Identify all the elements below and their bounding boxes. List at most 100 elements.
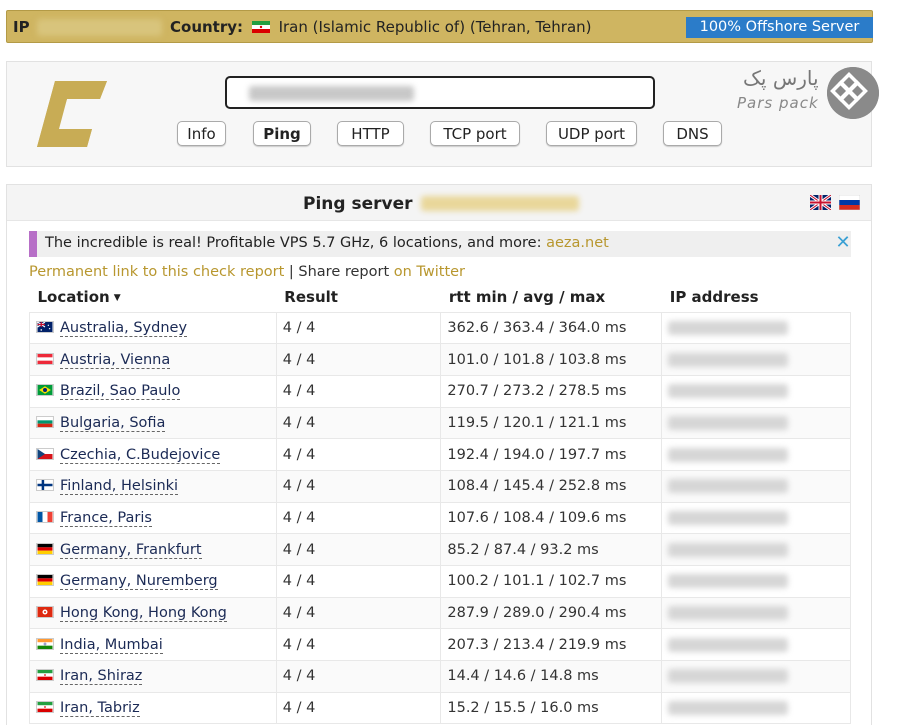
location-link[interactable]: Brazil, Sao Paulo	[60, 383, 181, 401]
location-link[interactable]: Germany, Nuremberg	[60, 573, 218, 591]
check-type-tabs: Info Ping HTTP TCP port UDP port DNS	[7, 121, 873, 149]
ip-value-blurred	[37, 19, 162, 36]
table-row: Australia, Sydney 4 / 4 362.6 / 363.4 / 36…	[29, 311, 851, 345]
location-cell: Hong Kong, Hong Kong	[29, 596, 277, 630]
cz-flag-icon	[36, 447, 60, 463]
ad-banner: The incredible is real! Profitable VPS 5…	[29, 231, 851, 257]
location-cell: Germany, Nuremberg	[29, 565, 277, 598]
ip-value-blurred	[668, 447, 789, 462]
ad-link[interactable]: aeza.net	[546, 235, 609, 251]
table-row: Czechia, C.Budejovice 4 / 4 192.4 / 194.0 …	[29, 438, 851, 471]
au-flag-icon	[36, 320, 60, 336]
ip-value-blurred	[668, 320, 789, 335]
location-link[interactable]: Hong Kong, Hong Kong	[60, 605, 227, 623]
page-title: Ping server	[303, 194, 413, 214]
location-cell: Czechia, C.Budejovice	[29, 438, 277, 471]
ip-cell	[661, 565, 851, 598]
ip-value-blurred	[668, 606, 789, 621]
ip-cell	[661, 533, 851, 566]
bg-flag-icon	[36, 415, 60, 431]
table-row: Germany, Nuremberg 4 / 4 100.2 / 101.1 / 1…	[29, 565, 851, 598]
location-link[interactable]: India, Mumbai	[60, 636, 163, 654]
location-link[interactable]: Iran, Tabriz	[60, 700, 140, 718]
location-link[interactable]: France, Paris	[60, 509, 152, 527]
permanent-link[interactable]: Permanent link to this check report	[29, 264, 284, 280]
location-link[interactable]: Austria, Vienna	[60, 351, 171, 369]
top-info-bar: IP Country: Iran (Islamic Republic of) (…	[6, 10, 873, 43]
ip-cell	[661, 660, 851, 693]
result-cell: 4 / 4	[275, 343, 442, 376]
server-value-blurred	[421, 196, 579, 211]
rtt-cell: 270.7 / 273.2 / 278.5 ms	[440, 374, 663, 408]
location-link[interactable]: Australia, Sydney	[60, 319, 188, 337]
rtt-cell: 100.2 / 101.1 / 102.7 ms	[440, 565, 663, 598]
rtt-cell: 207.3 / 213.4 / 219.9 ms	[440, 628, 663, 662]
parspack-watermark: پارس پک Pars pack	[729, 66, 881, 119]
table-row: India, Mumbai 4 / 4 207.3 / 213.4 / 219.9 …	[29, 628, 851, 662]
ip-value-blurred	[668, 669, 789, 684]
tab-info[interactable]: Info	[177, 121, 226, 146]
table-row: Hong Kong, Hong Kong 4 / 4 287.9 / 289.0 /…	[29, 596, 851, 630]
column-header-ip: IP address	[669, 288, 759, 307]
ip-cell	[661, 596, 851, 630]
header-panel: Info Ping HTTP TCP port UDP port DNS پار…	[6, 61, 879, 167]
br-flag-icon	[36, 383, 60, 399]
location-link[interactable]: Czechia, C.Budejovice	[60, 446, 221, 464]
location-link[interactable]: Bulgaria, Sofia	[60, 414, 166, 432]
location-link[interactable]: Iran, Shiraz	[60, 668, 143, 686]
hk-flag-icon	[36, 605, 60, 621]
result-cell: 4 / 4	[275, 469, 442, 503]
location-cell: Iran, Tabriz	[29, 691, 277, 725]
ad-text: The incredible is real! Profitable VPS 5…	[45, 235, 609, 251]
fr-flag-icon	[36, 510, 60, 526]
in-flag-icon	[36, 637, 60, 653]
report-links: Permanent link to this check report | Sh…	[29, 264, 465, 280]
ip-label: IP	[13, 18, 30, 36]
ip-value-blurred	[668, 352, 789, 367]
location-link[interactable]: Finland, Helsinki	[60, 478, 179, 496]
column-header-location[interactable]: Location ▼	[30, 283, 277, 312]
tab-dns[interactable]: DNS	[663, 121, 722, 146]
table-row: Germany, Frankfurt 4 / 4 85.2 / 87.4 / 93.…	[29, 533, 851, 566]
offshore-server-banner[interactable]: 100% Offshore Server	[686, 17, 873, 38]
tab-udp-port[interactable]: UDP port	[546, 121, 637, 146]
parspack-brand-en: Pars pack	[737, 94, 819, 112]
parspack-brand-fa: پارس پک	[743, 66, 819, 90]
location-cell: Finland, Helsinki	[29, 469, 277, 503]
tab-tcp-port[interactable]: TCP port	[430, 121, 520, 146]
host-input[interactable]	[225, 76, 655, 109]
rtt-cell: 107.6 / 108.4 / 109.6 ms	[440, 501, 663, 535]
result-cell: 4 / 4	[275, 374, 442, 408]
result-cell: 4 / 4	[275, 533, 442, 566]
rtt-cell: 15.2 / 15.5 / 16.0 ms	[440, 691, 663, 725]
ip-cell	[661, 438, 851, 471]
ir-flag-icon	[36, 668, 60, 684]
location-link[interactable]: Germany, Frankfurt	[60, 541, 202, 559]
share-report-label: | Share report	[284, 264, 394, 280]
table-row: Iran, Tabriz 4 / 4 15.2 / 15.5 / 16.0 ms	[29, 691, 851, 725]
column-header-rtt: rtt min / avg / max	[448, 288, 606, 307]
russian-flag-icon[interactable]	[839, 195, 860, 210]
table-header-row: Location ▼ Result rtt min / avg / max IP …	[30, 283, 851, 312]
ip-cell	[661, 501, 851, 535]
english-flag-icon[interactable]	[810, 195, 831, 210]
result-cell: 4 / 4	[275, 691, 442, 725]
tab-http[interactable]: HTTP	[337, 121, 404, 146]
ip-cell	[661, 374, 851, 408]
ip-cell	[661, 691, 851, 725]
rtt-cell: 362.6 / 363.4 / 364.0 ms	[440, 311, 663, 345]
tab-ping[interactable]: Ping	[253, 121, 311, 146]
iran-flag-icon	[251, 21, 270, 33]
de-flag-icon	[36, 542, 60, 558]
location-cell: Germany, Frankfurt	[29, 533, 277, 566]
ip-value-blurred	[668, 701, 789, 716]
result-cell: 4 / 4	[275, 501, 442, 535]
result-cell: 4 / 4	[275, 565, 442, 598]
fi-flag-icon	[36, 478, 60, 494]
parspack-logo-icon	[827, 67, 879, 119]
column-header-result: Result	[284, 288, 338, 307]
rtt-cell: 14.4 / 14.6 / 14.8 ms	[440, 660, 663, 693]
close-icon[interactable]: ✕	[833, 233, 853, 253]
location-cell: Brazil, Sao Paulo	[29, 374, 277, 408]
twitter-link[interactable]: on Twitter	[394, 264, 465, 280]
